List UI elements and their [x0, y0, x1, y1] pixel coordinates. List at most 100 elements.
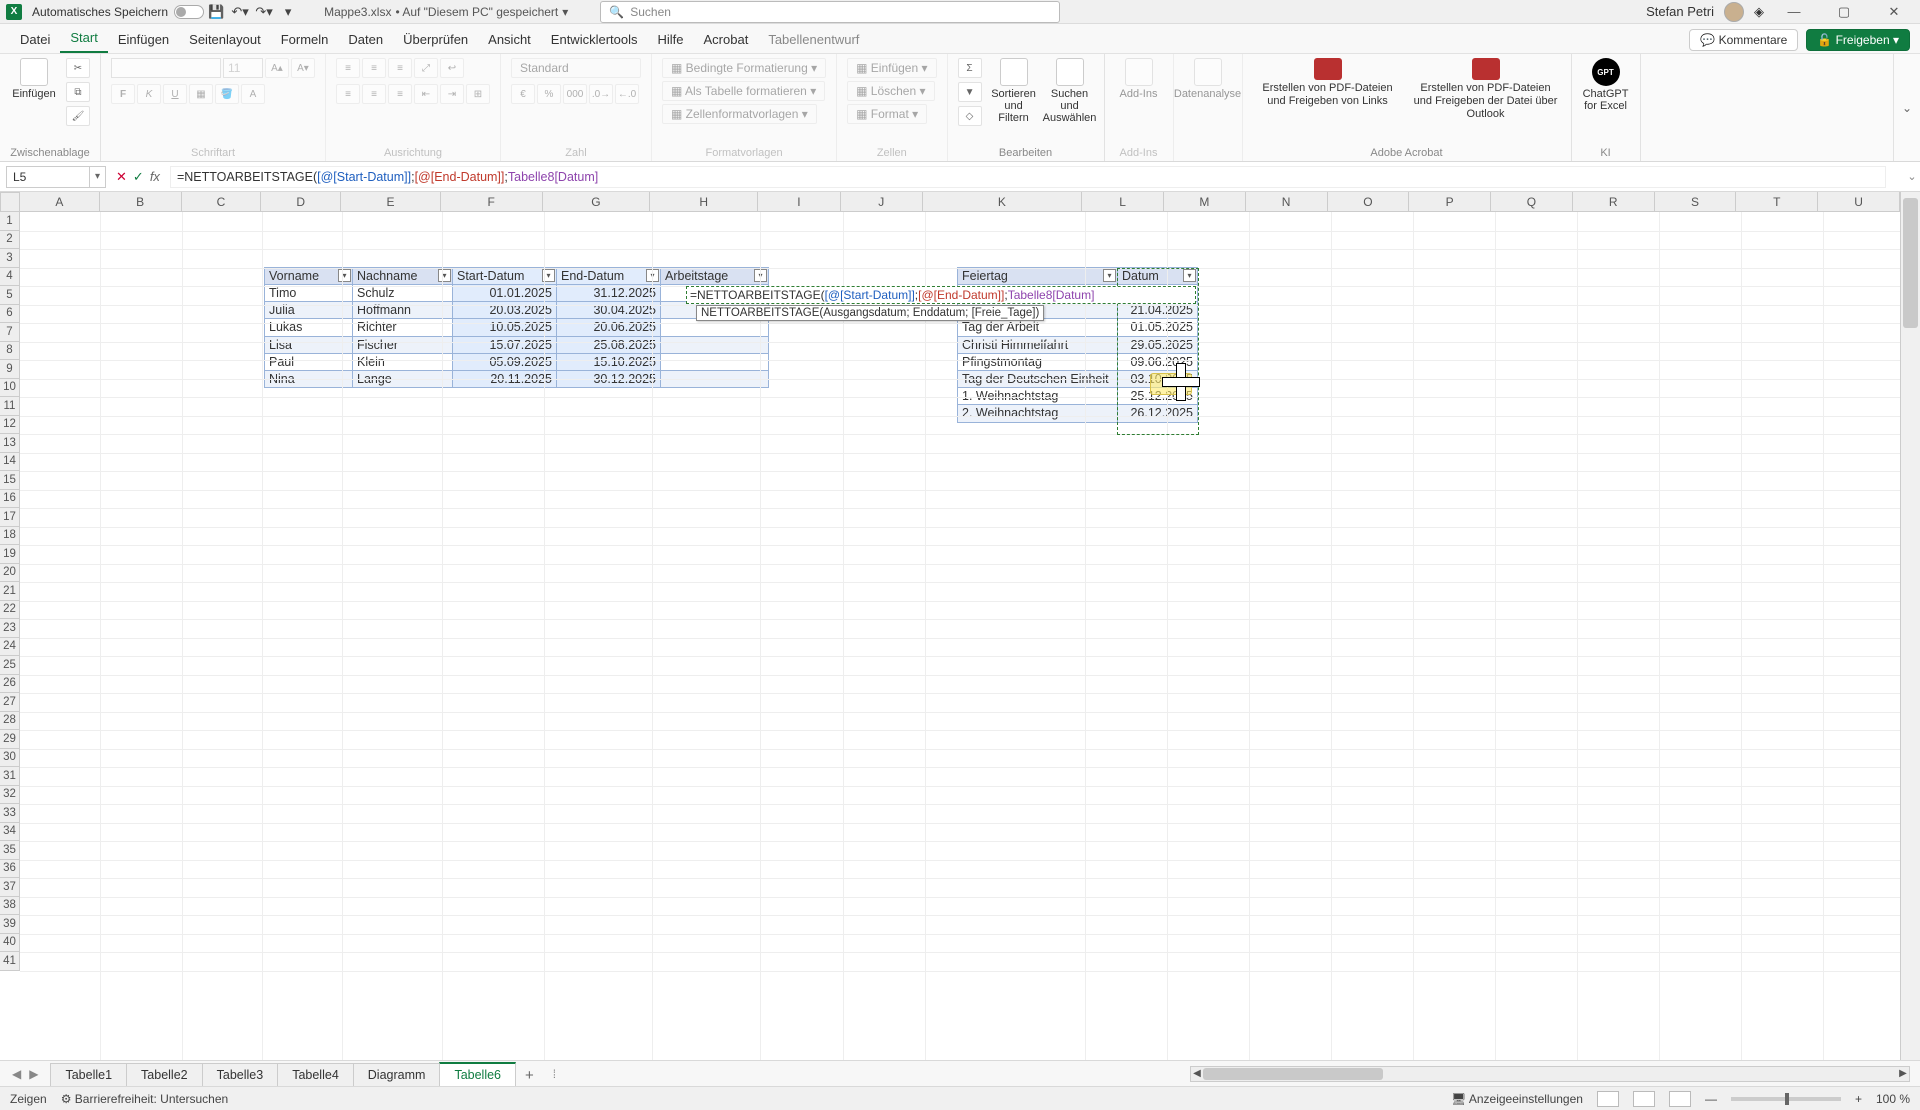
view-pagelayout-button[interactable] [1633, 1091, 1655, 1107]
row-headers[interactable]: 1234567891011121314151617181920212223242… [0, 212, 20, 1060]
document-title[interactable]: Mappe3.xlsx • Auf "Diesem PC" gespeicher… [324, 5, 568, 19]
merge-icon[interactable]: ⊞ [466, 84, 490, 104]
insert-cells-button[interactable]: ▦ Einfügen ▾ [847, 58, 936, 78]
align-left-icon[interactable]: ≡ [336, 84, 360, 104]
align-center-icon[interactable]: ≡ [362, 84, 386, 104]
column-header[interactable]: T [1736, 192, 1818, 212]
tab-data[interactable]: Daten [338, 26, 393, 53]
vertical-scrollbar[interactable] [1900, 192, 1920, 1060]
row-header[interactable]: 28 [0, 712, 20, 731]
minimize-button[interactable]: — [1774, 4, 1814, 19]
filter-dropdown-icon[interactable]: ▾ [438, 269, 451, 282]
spreadsheet-grid[interactable]: ABCDEFGHIJKLMNOPQRSTU 123456789101112131… [0, 192, 1920, 1060]
row-header[interactable]: 3 [0, 249, 20, 268]
tab-home[interactable]: Start [60, 24, 107, 53]
format-cells-button[interactable]: ▦ Format ▾ [847, 104, 927, 124]
column-header[interactable]: U [1818, 192, 1900, 212]
tab-formulas[interactable]: Formeln [271, 26, 339, 53]
column-header[interactable]: D [261, 192, 341, 212]
column-header[interactable]: S [1655, 192, 1737, 212]
column-header[interactable]: M [1164, 192, 1246, 212]
currency-icon[interactable]: € [511, 84, 535, 104]
filter-dropdown-icon[interactable]: ▾ [1103, 269, 1116, 282]
row-header[interactable]: 39 [0, 915, 20, 934]
cut-icon[interactable]: ✂ [66, 58, 90, 78]
column-header[interactable]: J [841, 192, 923, 212]
percent-icon[interactable]: % [537, 84, 561, 104]
column-header[interactable]: L [1082, 192, 1164, 212]
row-header[interactable]: 36 [0, 860, 20, 879]
row-header[interactable]: 22 [0, 601, 20, 620]
collapse-ribbon-button[interactable]: ⌄ [1893, 54, 1920, 161]
thousand-icon[interactable]: 000 [563, 84, 587, 104]
table-row[interactable]: Pfingstmontag09.06.2025 [958, 353, 1198, 370]
filter-dropdown-icon[interactable]: ▾ [338, 269, 351, 282]
sheet-tab[interactable]: Tabelle4 [277, 1063, 354, 1086]
column-header[interactable]: K [923, 192, 1083, 212]
tab-developer[interactable]: Entwicklertools [541, 26, 648, 53]
row-header[interactable]: 13 [0, 434, 20, 453]
cell-styles-button[interactable]: ▦ Zellenformatvorlagen ▾ [662, 104, 817, 124]
sheet-tab[interactable]: Tabelle3 [202, 1063, 279, 1086]
row-header[interactable]: 9 [0, 360, 20, 379]
share-button[interactable]: 🔓 Freigeben ▾ [1806, 29, 1910, 51]
row-header[interactable]: 2 [0, 231, 20, 250]
row-header[interactable]: 12 [0, 416, 20, 435]
zoom-in-button[interactable]: + [1855, 1092, 1862, 1106]
row-header[interactable]: 6 [0, 305, 20, 324]
data-analysis-button[interactable]: Datenanalyse [1184, 58, 1232, 100]
display-settings-button[interactable]: 🖥 Anzeigeeinstellungen [1451, 1092, 1583, 1106]
zoom-slider[interactable] [1731, 1097, 1841, 1101]
tab-view[interactable]: Ansicht [478, 26, 541, 53]
row-header[interactable]: 29 [0, 730, 20, 749]
orientation-icon[interactable]: ⤢ [414, 58, 438, 78]
row-header[interactable]: 34 [0, 823, 20, 842]
fx-icon[interactable]: fx [150, 169, 160, 185]
cond-format-button[interactable]: ▦ Bedingte Formatierung ▾ [662, 58, 826, 78]
column-header[interactable]: F [441, 192, 543, 212]
qat-save-icon[interactable]: 💾 [204, 4, 228, 20]
tab-pagelayout[interactable]: Seitenlayout [179, 26, 271, 53]
column-header[interactable]: O [1328, 192, 1410, 212]
search-input[interactable]: 🔍 Suchen [600, 1, 1060, 23]
row-header[interactable]: 11 [0, 397, 20, 416]
filter-dropdown-icon[interactable]: ▾ [1183, 269, 1196, 282]
font-size-input[interactable] [223, 58, 263, 78]
table-row[interactable]: Christi Himmelfahrt29.05.2025 [958, 336, 1198, 353]
close-button[interactable]: ✕ [1874, 4, 1914, 20]
zoom-label[interactable]: 100 % [1876, 1092, 1910, 1106]
row-header[interactable]: 14 [0, 453, 20, 472]
row-header[interactable]: 41 [0, 952, 20, 971]
qat-redo-icon[interactable]: ↷▾ [252, 4, 276, 20]
row-header[interactable]: 15 [0, 471, 20, 490]
column-header[interactable]: E [341, 192, 441, 212]
font-color-icon[interactable]: A [241, 84, 265, 104]
dec-dec-icon[interactable]: ←.0 [615, 84, 639, 104]
sheet-tab[interactable]: Diagramm [353, 1063, 441, 1086]
column-header[interactable]: N [1246, 192, 1328, 212]
autosave-toggle[interactable] [174, 5, 204, 19]
table-row[interactable]: LisaFischer15.07.202525.08.2025 [265, 336, 769, 353]
status-accessibility[interactable]: ⚙ Barrierefreiheit: Untersuchen [61, 1092, 229, 1106]
row-header[interactable]: 23 [0, 619, 20, 638]
dec-inc-icon[interactable]: .0→ [589, 84, 613, 104]
fill-icon[interactable]: ▼ [958, 82, 982, 102]
column-header[interactable]: P [1409, 192, 1491, 212]
font-name-input[interactable] [111, 58, 221, 78]
zoom-out-button[interactable]: — [1705, 1092, 1717, 1106]
format-painter-icon[interactable]: 🖌 [66, 106, 90, 126]
table-row[interactable]: PaulKlein05.09.202515.10.2025 [265, 353, 769, 370]
row-header[interactable]: 35 [0, 841, 20, 860]
row-header[interactable]: 32 [0, 786, 20, 805]
cancel-formula-icon[interactable]: ✕ [116, 169, 127, 185]
avatar[interactable] [1724, 2, 1744, 22]
scroll-thumb[interactable] [1903, 198, 1918, 328]
row-header[interactable]: 25 [0, 656, 20, 675]
grow-font-icon[interactable]: A▴ [265, 58, 289, 78]
sheet-tab[interactable]: Tabelle1 [50, 1063, 127, 1086]
column-header[interactable]: B [100, 192, 182, 212]
align-top-icon[interactable]: ≡ [336, 58, 360, 78]
row-header[interactable]: 1 [0, 212, 20, 231]
formula-expand-button[interactable]: ⌄ [1904, 170, 1920, 183]
sheet-nav-next[interactable]: ▶ [29, 1067, 38, 1081]
